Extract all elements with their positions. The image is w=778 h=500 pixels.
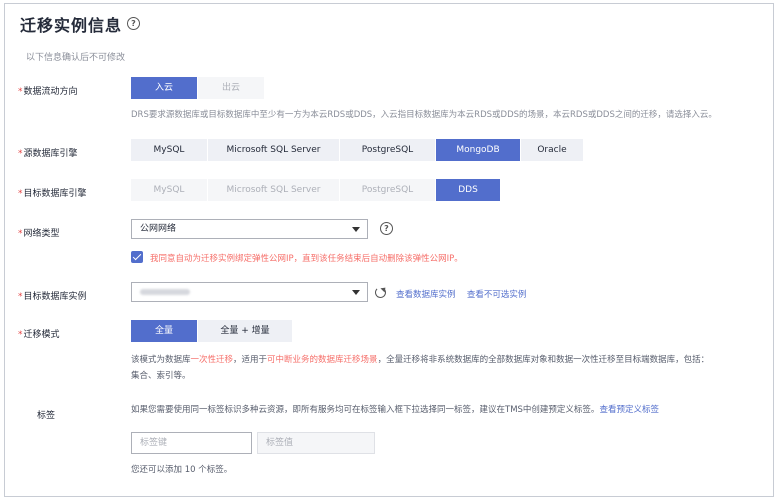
- tag-value-input[interactable]: 标签值: [257, 432, 375, 454]
- mode-full-incremental-button[interactable]: 全量 + 增量: [198, 320, 292, 342]
- chevron-down-icon: [352, 227, 360, 232]
- flow-in-button[interactable]: 入云: [131, 77, 197, 99]
- tags-remaining-text: 您还可以添加 10 个标签。: [131, 465, 233, 475]
- view-unavailable-instances-link[interactable]: 查看不可选实例: [467, 290, 527, 300]
- help-icon[interactable]: ?: [127, 17, 140, 30]
- target-engine-selector: MySQL Microsoft SQL Server PostgreSQL DD…: [131, 179, 501, 201]
- migration-mode-selector: 全量 全量 + 增量: [131, 320, 293, 342]
- required-mark: *: [18, 229, 23, 239]
- target-instance-select[interactable]: [131, 282, 368, 302]
- migration-mode-label: *迁移模式: [18, 330, 60, 340]
- flow-out-button[interactable]: 出云: [198, 77, 264, 99]
- tag-key-input[interactable]: 标签键: [131, 432, 252, 454]
- source-sqlserver-button[interactable]: Microsoft SQL Server: [208, 139, 339, 161]
- view-predefined-tags-link[interactable]: 查看预定义标签: [599, 405, 659, 415]
- flow-direction-label: *数据流动方向: [18, 87, 78, 97]
- target-dds-button[interactable]: DDS: [436, 179, 500, 201]
- source-mongodb-button[interactable]: MongoDB: [436, 139, 520, 161]
- source-engine-label: *源数据库引擎: [18, 149, 78, 159]
- network-help-icon[interactable]: ?: [380, 222, 393, 235]
- required-mark: *: [18, 149, 23, 159]
- target-engine-label: *目标数据库引擎: [18, 189, 87, 199]
- required-mark: *: [18, 292, 23, 302]
- required-mark: *: [18, 189, 23, 199]
- chevron-down-icon: [352, 290, 360, 295]
- instance-links: 查看数据库实例 查看不可选实例: [396, 288, 526, 300]
- flow-direction-hint: DRS要求源数据库或目标数据库中至少有一方为本云RDS或DDS，入云指目标数据库…: [131, 110, 717, 120]
- refresh-icon[interactable]: [375, 287, 386, 298]
- page-subtitle: 以下信息确认后不可修改: [26, 53, 126, 63]
- form-panel: [4, 3, 774, 497]
- target-sqlserver-button[interactable]: Microsoft SQL Server: [208, 179, 339, 201]
- flow-direction-toggle: 入云 出云: [131, 77, 265, 99]
- tags-hint: 如果您需要使用同一标签标识多种云资源，即所有服务均可在标签输入框下拉选择同一标签…: [131, 405, 659, 415]
- target-mysql-button[interactable]: MySQL: [131, 179, 207, 201]
- view-instances-link[interactable]: 查看数据库实例: [396, 290, 456, 300]
- target-postgresql-button[interactable]: PostgreSQL: [340, 179, 435, 201]
- source-engine-selector: MySQL Microsoft SQL Server PostgreSQL Mo…: [131, 139, 584, 161]
- network-type-select[interactable]: 公网网络: [131, 219, 368, 239]
- source-oracle-button[interactable]: Oracle: [521, 139, 583, 161]
- redacted-instance-name: [140, 289, 190, 295]
- eip-consent-checkbox[interactable]: [131, 251, 143, 263]
- network-type-value: 公网网络: [140, 224, 177, 234]
- page-title: 迁移实例信息: [20, 16, 123, 35]
- mode-full-button[interactable]: 全量: [131, 320, 197, 342]
- target-instance-label: *目标数据库实例: [18, 292, 87, 302]
- source-mysql-button[interactable]: MySQL: [131, 139, 207, 161]
- eip-consent-text: 我同意自动为迁移实例绑定弹性公网IP，直到该任务结束后自动删除该弹性公网IP。: [150, 254, 463, 264]
- source-postgresql-button[interactable]: PostgreSQL: [340, 139, 435, 161]
- migration-mode-hint: 该模式为数据库一次性迁移，适用于可中断业务的数据库迁移场景，全量迁移将非系统数据…: [131, 355, 710, 381]
- required-mark: *: [18, 87, 23, 97]
- network-type-label: *网络类型: [18, 229, 60, 239]
- tags-label: 标签: [37, 411, 56, 421]
- required-mark: *: [18, 330, 23, 340]
